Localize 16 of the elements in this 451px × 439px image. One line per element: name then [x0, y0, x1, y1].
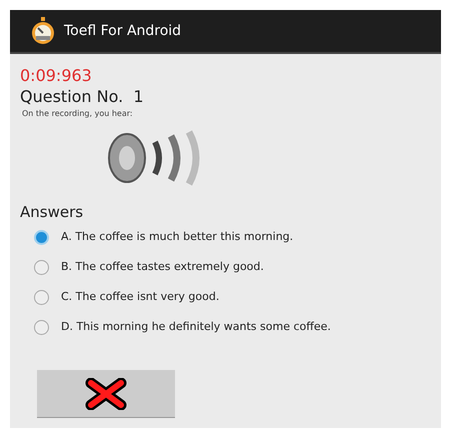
answer-label: B. The coffee tastes extremely good.	[61, 258, 264, 275]
question-title: Question No. 1	[20, 86, 145, 108]
stopwatch-icon	[30, 17, 56, 45]
radio-button[interactable]	[34, 230, 49, 244]
radio-button[interactable]	[34, 260, 49, 274]
radio-button[interactable]	[34, 290, 49, 304]
close-icon	[85, 378, 127, 410]
answer-label: A. The coffee is much better this morning.	[61, 228, 294, 245]
answer-label: C. The coffee isnt very good.	[61, 288, 220, 305]
app-title: Toefl For Android	[64, 22, 182, 40]
answer-label: D. This morning he definitely wants some coffee.	[61, 318, 331, 335]
radio-button[interactable]	[34, 320, 49, 334]
cancel-button[interactable]	[37, 370, 175, 418]
prompt-text: On the recording, you hear:	[21, 108, 134, 120]
answers-heading: Answers	[20, 202, 84, 222]
timer-text: 0:09:963	[20, 66, 93, 86]
